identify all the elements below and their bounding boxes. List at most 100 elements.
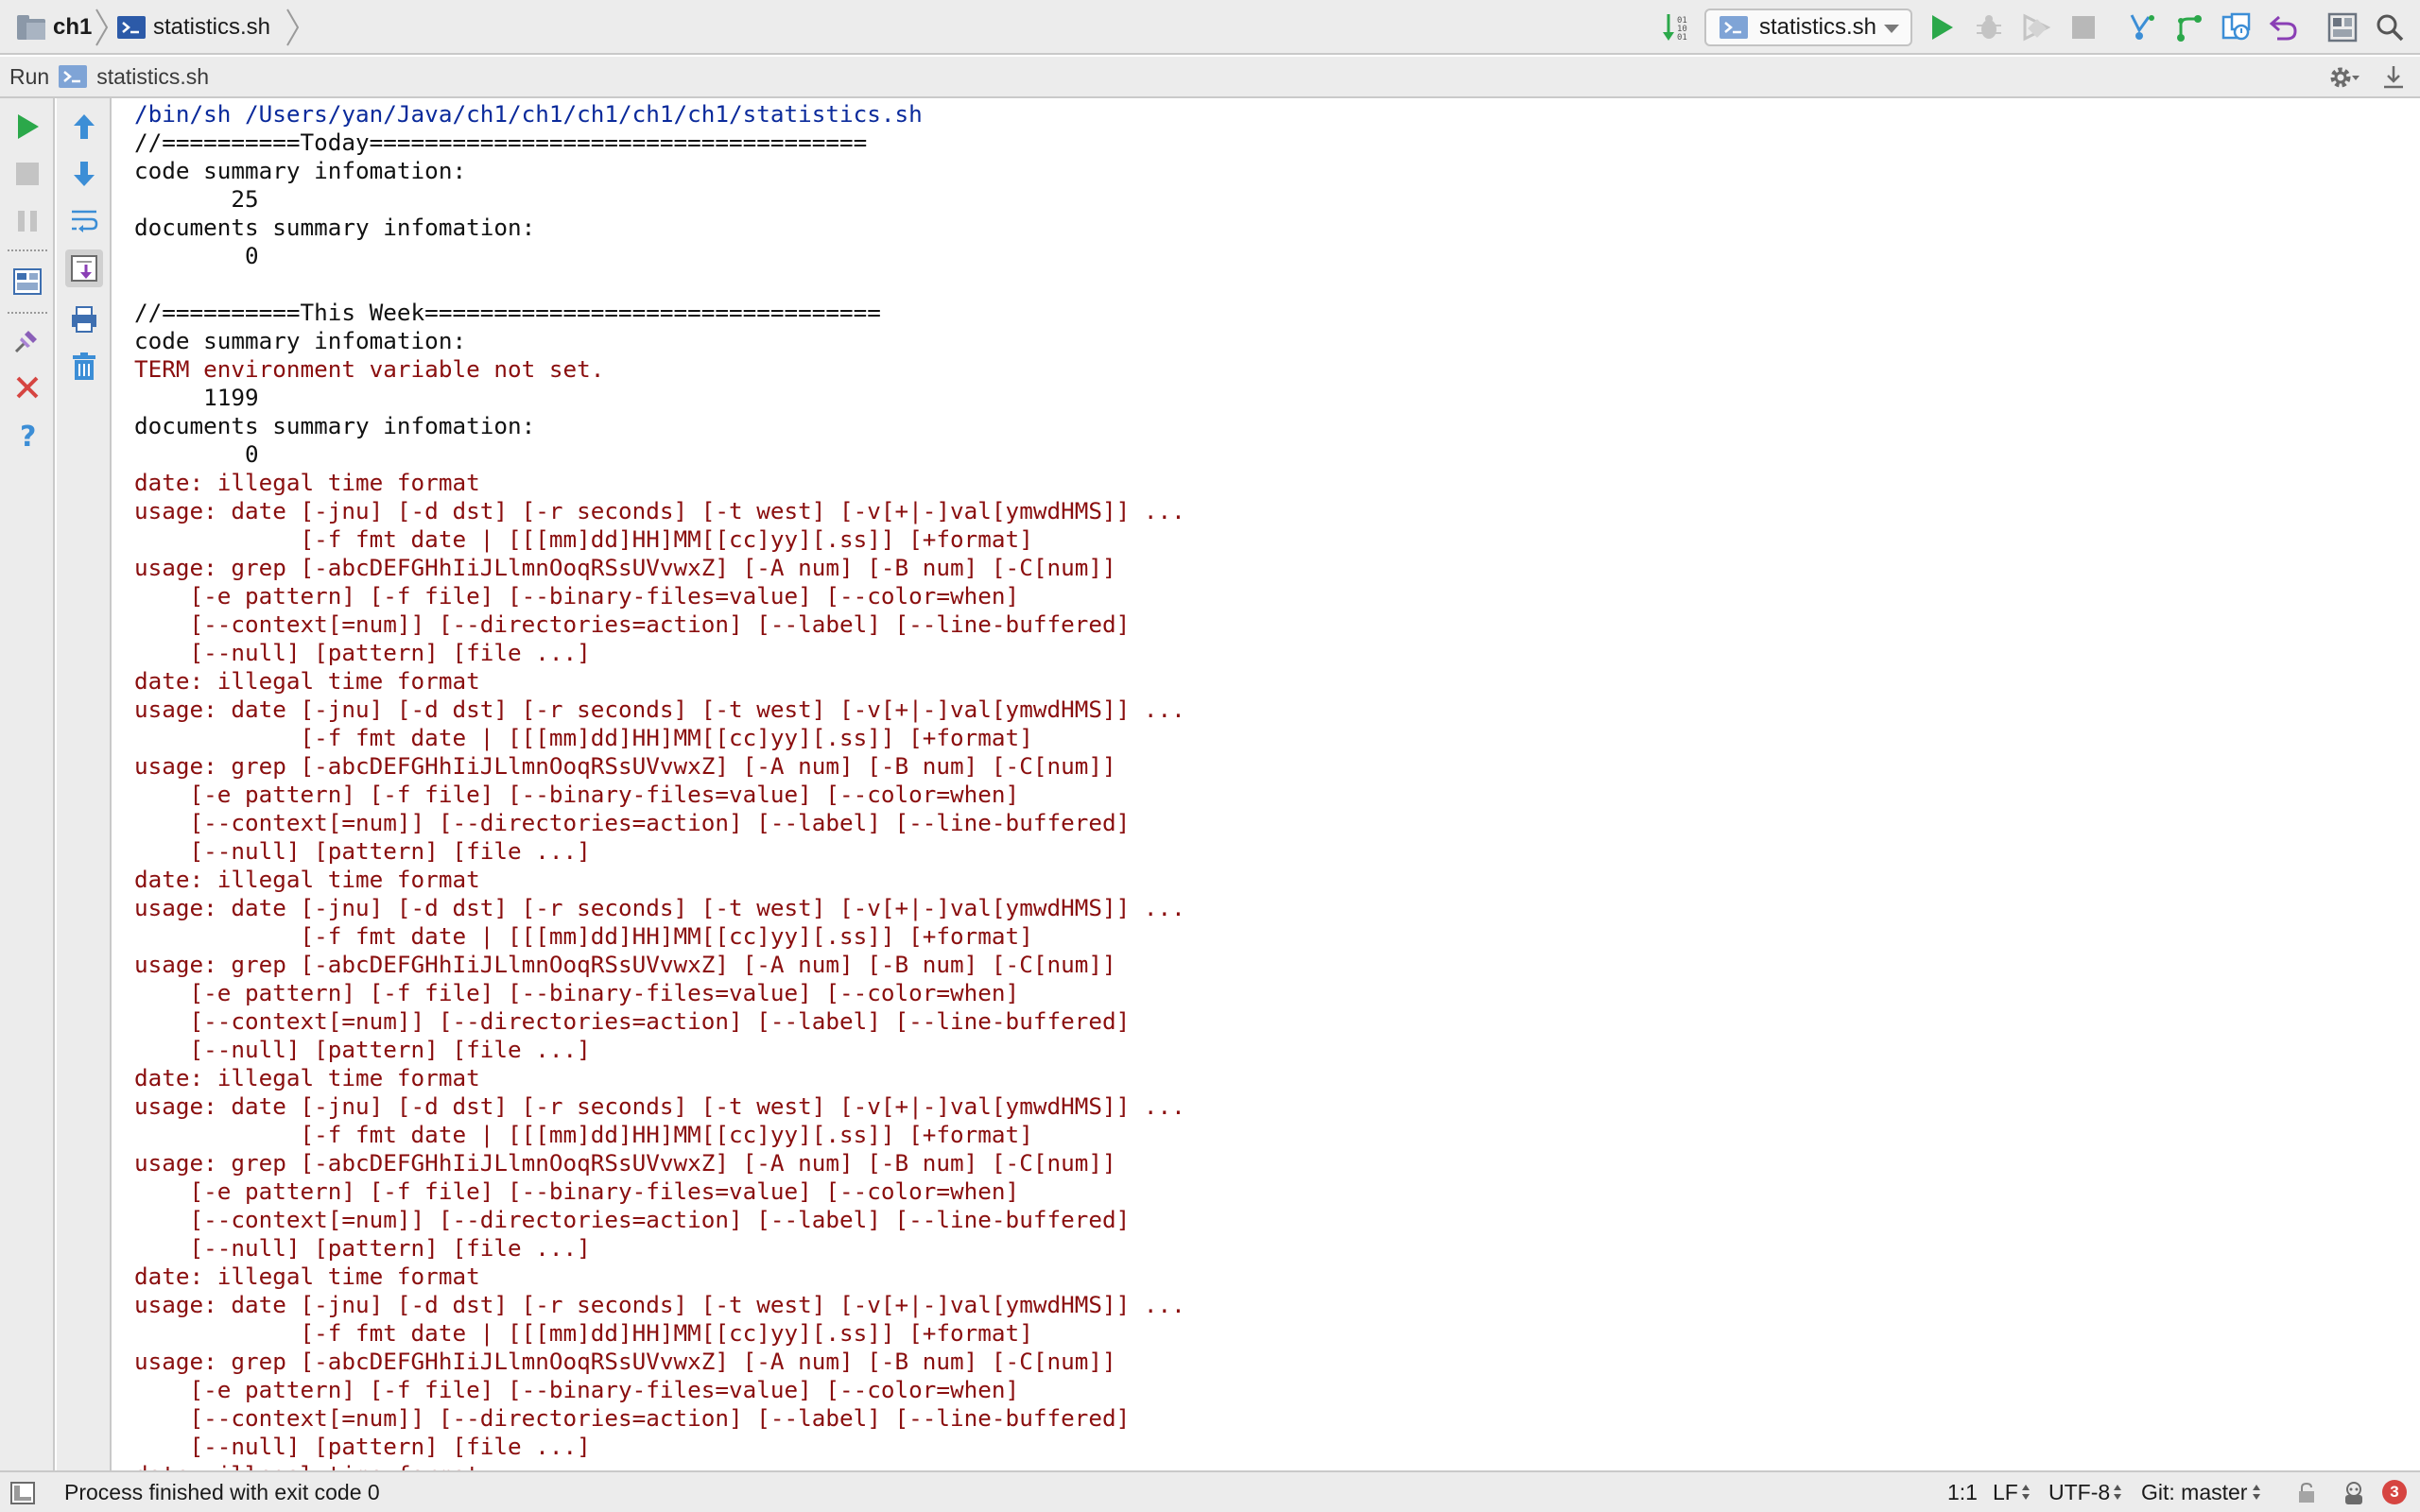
scroll-to-end-icon[interactable] [65, 249, 103, 287]
console-line: [-f fmt date | [[[mm]dd]HH]MM[[cc]yy][.s… [134, 922, 1033, 950]
notifications-badge[interactable]: 3 [2382, 1480, 2407, 1504]
console-line: date: illegal time format [134, 469, 480, 496]
breadcrumb-label: statistics.sh [153, 14, 271, 40]
scroll-down-icon[interactable] [65, 155, 103, 193]
restore-layout-icon[interactable] [9, 263, 46, 301]
git-branch-selector[interactable]: Git: master [2141, 1472, 2261, 1512]
git-branch-value: Git: master [2141, 1479, 2248, 1504]
caret-position[interactable]: 1:1 [1947, 1472, 1978, 1512]
folder-icon [17, 15, 45, 40]
debug-icon[interactable] [1972, 10, 2006, 44]
breadcrumb-separator-icon [286, 9, 300, 46]
console-line: [-e pattern] [-f file] [--binary-files=v… [134, 781, 1020, 808]
toolbar-separator [8, 249, 47, 251]
console-line: [--context[=num]] [--directories=action]… [134, 1007, 1131, 1035]
run-icon[interactable] [1925, 10, 1959, 44]
line-separator-selector[interactable]: LF [1993, 1472, 2031, 1512]
project-structure-icon[interactable] [2325, 10, 2360, 44]
console-line: [-e pattern] [-f file] [--binary-files=v… [134, 582, 1020, 610]
encoding-selector[interactable]: UTF-8 [2048, 1472, 2122, 1512]
close-icon[interactable] [9, 369, 46, 406]
soft-wrap-icon[interactable] [65, 202, 103, 240]
breadcrumb-separator-icon [95, 9, 109, 46]
hide-icon[interactable] [2377, 60, 2411, 94]
sort-icon[interactable]: 01 10 01 [1660, 10, 1694, 44]
up-down-arrows-icon [2253, 1485, 2261, 1500]
tool-window-toggle-icon[interactable] [6, 1476, 40, 1510]
lock-icon[interactable] [2290, 1476, 2324, 1510]
console-line: [--null] [pattern] [file ...] [134, 1036, 591, 1063]
console-line: [--context[=num]] [--directories=action]… [134, 1206, 1131, 1233]
console-line: //==========This Week===================… [134, 299, 881, 326]
console-line: date: illegal time format [134, 667, 480, 695]
console-line: [-f fmt date | [[[mm]dd]HH]MM[[cc]yy][.s… [134, 1121, 1033, 1148]
line-separator-value: LF [1993, 1479, 2018, 1504]
console-line: usage: grep [-abcDEFGHhIiJLlmnOoqRSsUVvw… [134, 554, 1116, 581]
console-line: code summary infomation: [134, 157, 467, 184]
console-line: [--context[=num]] [--directories=action]… [134, 809, 1131, 836]
print-icon[interactable] [65, 301, 103, 338]
run-configuration-selector[interactable]: statistics.sh [1704, 9, 1912, 46]
console-line: [--context[=num]] [--directories=action]… [134, 1404, 1131, 1432]
pin-icon[interactable] [9, 321, 46, 359]
console-line: 25 [134, 185, 259, 213]
console-line: //==========Today=======================… [134, 129, 868, 156]
run-actions-toolbar: ? [0, 98, 55, 1470]
console-line: usage: date [-jnu] [-d dst] [-r seconds]… [134, 894, 1185, 921]
console-line: usage: date [-jnu] [-d dst] [-r seconds]… [134, 1092, 1185, 1120]
console-line: usage: date [-jnu] [-d dst] [-r seconds]… [134, 1291, 1185, 1318]
breadcrumb-ch1[interactable]: ch1 [17, 0, 92, 55]
console-line: 1199 [134, 384, 259, 411]
rerun-icon[interactable] [9, 108, 46, 146]
vcs-update-icon[interactable] [2125, 10, 2159, 44]
console-line: TERM environment variable not set. [134, 355, 605, 383]
console-line: date: illegal time format [134, 866, 480, 893]
console-lines: /bin/sh /Users/yan/Java/ch1/ch1/ch1/ch1/… [134, 100, 1185, 1470]
scroll-up-icon[interactable] [65, 108, 103, 146]
console-output[interactable]: /bin/sh /Users/yan/Java/ch1/ch1/ch1/ch1/… [113, 98, 2420, 1470]
console-line: code summary infomation: [134, 327, 467, 354]
console-line: [-f fmt date | [[[mm]dd]HH]MM[[cc]yy][.s… [134, 724, 1033, 751]
console-line: usage: date [-jnu] [-d dst] [-r seconds]… [134, 497, 1185, 524]
console-line: [--context[=num]] [--directories=action]… [134, 610, 1131, 638]
console-line: [-f fmt date | [[[mm]dd]HH]MM[[cc]yy][.s… [134, 1319, 1033, 1347]
console-line: usage: grep [-abcDEFGHhIiJLlmnOoqRSsUVvw… [134, 951, 1116, 978]
console-line: [--null] [pattern] [file ...] [134, 639, 591, 666]
shell-script-icon [117, 16, 146, 39]
search-icon[interactable] [2373, 10, 2407, 44]
console-line: [--null] [pattern] [file ...] [134, 837, 591, 865]
shell-script-icon [1720, 16, 1748, 39]
stop-icon[interactable] [2066, 10, 2100, 44]
run-tab-label[interactable]: statistics.sh [96, 64, 209, 90]
console-line: [--null] [pattern] [file ...] [134, 1433, 591, 1460]
console-line: [-e pattern] [-f file] [--binary-files=v… [134, 1177, 1020, 1205]
pause-icon[interactable] [9, 202, 46, 240]
console-line: 0 [134, 440, 259, 468]
breadcrumb-statistics-sh[interactable]: statistics.sh [117, 0, 270, 55]
help-icon[interactable]: ? [9, 416, 46, 454]
coverage-icon[interactable] [2019, 10, 2053, 44]
status-bar: Process finished with exit code 0 1:1 LF… [0, 1470, 2420, 1512]
vcs-revert-icon[interactable] [2267, 10, 2301, 44]
gear-icon[interactable] [2327, 60, 2361, 94]
console-line: 0 [134, 242, 259, 269]
console-line: [-e pattern] [-f file] [--binary-files=v… [134, 979, 1020, 1006]
console-line: usage: date [-jnu] [-d dst] [-r seconds]… [134, 696, 1185, 723]
console-line: date: illegal time format [134, 1064, 480, 1091]
svg-text:?: ? [20, 421, 36, 450]
vcs-commit-icon[interactable] [2172, 10, 2206, 44]
clear-all-icon[interactable] [65, 348, 103, 386]
console-line: documents summary infomation: [134, 214, 536, 241]
breadcrumb-label: ch1 [53, 14, 93, 40]
shell-script-icon [59, 65, 88, 88]
chevron-down-icon [1884, 25, 1899, 33]
caret-position-value: 1:1 [1947, 1479, 1978, 1504]
stop-icon[interactable] [9, 155, 46, 193]
vcs-compare-icon[interactable] [2220, 10, 2254, 44]
status-message: Process finished with exit code 0 [64, 1479, 380, 1504]
console-actions-toolbar [57, 98, 112, 1470]
inspector-icon[interactable] [2337, 1476, 2371, 1510]
svg-text:01: 01 [1677, 33, 1687, 43]
console-line: documents summary infomation: [134, 412, 536, 439]
